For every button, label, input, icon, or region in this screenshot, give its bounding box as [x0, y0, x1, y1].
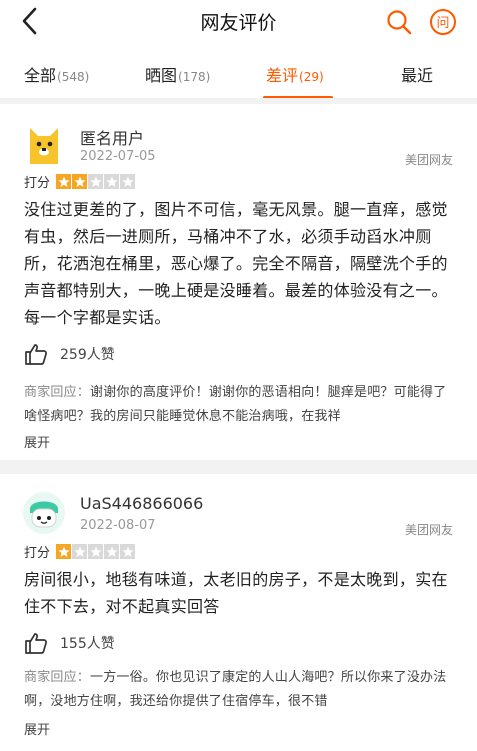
merchant-reply: 商家回应：一方一俗。你也见识了康定的人山人海吧？所以你来了没办法啊，没地方住啊，…	[24, 666, 454, 714]
tab-label: 晒图	[145, 66, 178, 85]
tab-label: 全部	[24, 66, 57, 85]
star-icon	[88, 544, 104, 559]
tab-label: 最近	[401, 66, 434, 85]
rating-label: 打分	[24, 176, 51, 191]
tab-recent[interactable]: 最近	[401, 62, 433, 86]
review-date: 2022-07-05	[80, 149, 156, 164]
rating-row: 打分	[24, 542, 136, 561]
tab-photos[interactable]: 晒图(178)	[145, 62, 210, 86]
star-icon	[120, 174, 136, 189]
divider	[0, 460, 477, 474]
username[interactable]: 匿名用户	[80, 125, 144, 149]
merchant-reply: 商家回应：谢谢你的高度评价！谢谢你的恶语相向！腿痒是吧？可能得了啥怪病吧？我的房…	[24, 381, 454, 429]
review-card: 匿名用户 2022-07-05 美团网友 打分 没住过更差的了，图片不可信，毫无…	[0, 104, 477, 460]
expand-link[interactable]: 展开	[24, 432, 50, 451]
like-button[interactable]: 155人赞	[24, 631, 115, 655]
green-cartoon-avatar-icon[interactable]	[22, 491, 66, 535]
like-button[interactable]: 259人赞	[24, 342, 115, 366]
review-date: 2022-08-07	[80, 518, 156, 533]
review-tabs: 全部(548) 晒图(178) 差评(29) 最近	[0, 58, 477, 99]
tab-negative[interactable]: 差评(29)	[266, 62, 324, 86]
svg-text:问: 问	[436, 16, 449, 31]
thumbs-up-icon	[25, 344, 47, 365]
star-rating	[56, 544, 136, 559]
like-count: 259人赞	[60, 347, 115, 363]
tab-count: (178)	[178, 70, 211, 84]
review-text: 没住过更差的了，图片不可信，毫无风景。腿一直痒，感觉有虫，然后一进厕所，马桶冲不…	[24, 200, 448, 327]
username[interactable]: UaS446866066	[80, 494, 203, 513]
star-icon	[56, 544, 72, 559]
rating-row: 打分	[24, 172, 136, 191]
yellow-cartoon-avatar-icon[interactable]	[22, 124, 66, 168]
star-icon	[72, 174, 88, 189]
tab-all[interactable]: 全部(548)	[24, 62, 89, 86]
star-icon	[88, 174, 104, 189]
review-card: UaS446866066 2022-08-07 美团网友 打分 房间很小，地毯有…	[0, 474, 477, 751]
star-rating	[56, 174, 136, 189]
tab-count: (29)	[299, 70, 324, 84]
star-icon	[120, 544, 136, 559]
star-icon	[104, 174, 120, 189]
header: 网友评价 问	[0, 0, 477, 44]
star-icon	[72, 544, 88, 559]
reply-label: 商家回应：	[24, 385, 91, 400]
thumbs-up-icon	[25, 633, 47, 654]
expand-link[interactable]: 展开	[24, 719, 50, 738]
star-icon	[104, 544, 120, 559]
rating-label: 打分	[24, 546, 51, 561]
reply-label: 商家回应：	[24, 670, 91, 685]
review-source: 美团网友	[404, 523, 453, 537]
search-icon[interactable]	[384, 7, 414, 37]
star-icon	[56, 174, 72, 189]
review-text: 房间很小，地毯有味道，太老旧的房子，不是太晚到，实在住不下去，对不起真实回答	[24, 570, 448, 616]
tab-count: (548)	[57, 70, 90, 84]
review-source: 美团网友	[404, 153, 453, 167]
tab-label: 差评	[266, 66, 299, 85]
like-count: 155人赞	[60, 636, 115, 652]
question-bubble-icon[interactable]: 问	[428, 7, 458, 37]
